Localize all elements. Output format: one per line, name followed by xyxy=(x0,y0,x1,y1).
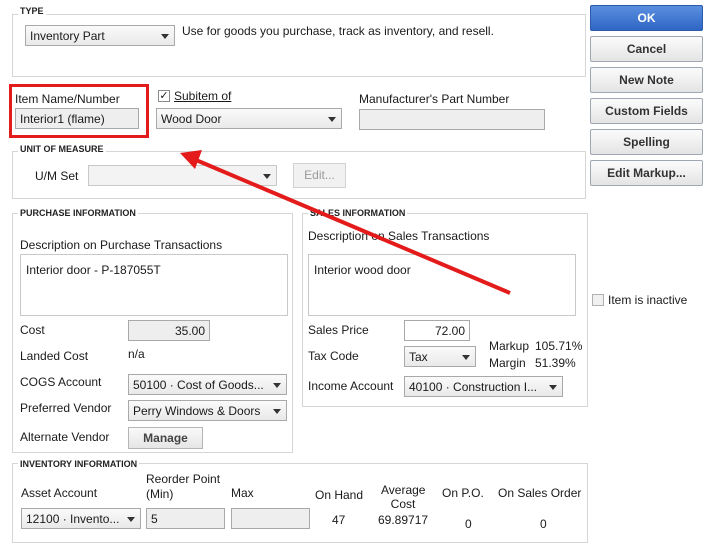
annotation-arrow-shaft xyxy=(195,158,511,295)
annotation-arrow xyxy=(180,150,511,295)
